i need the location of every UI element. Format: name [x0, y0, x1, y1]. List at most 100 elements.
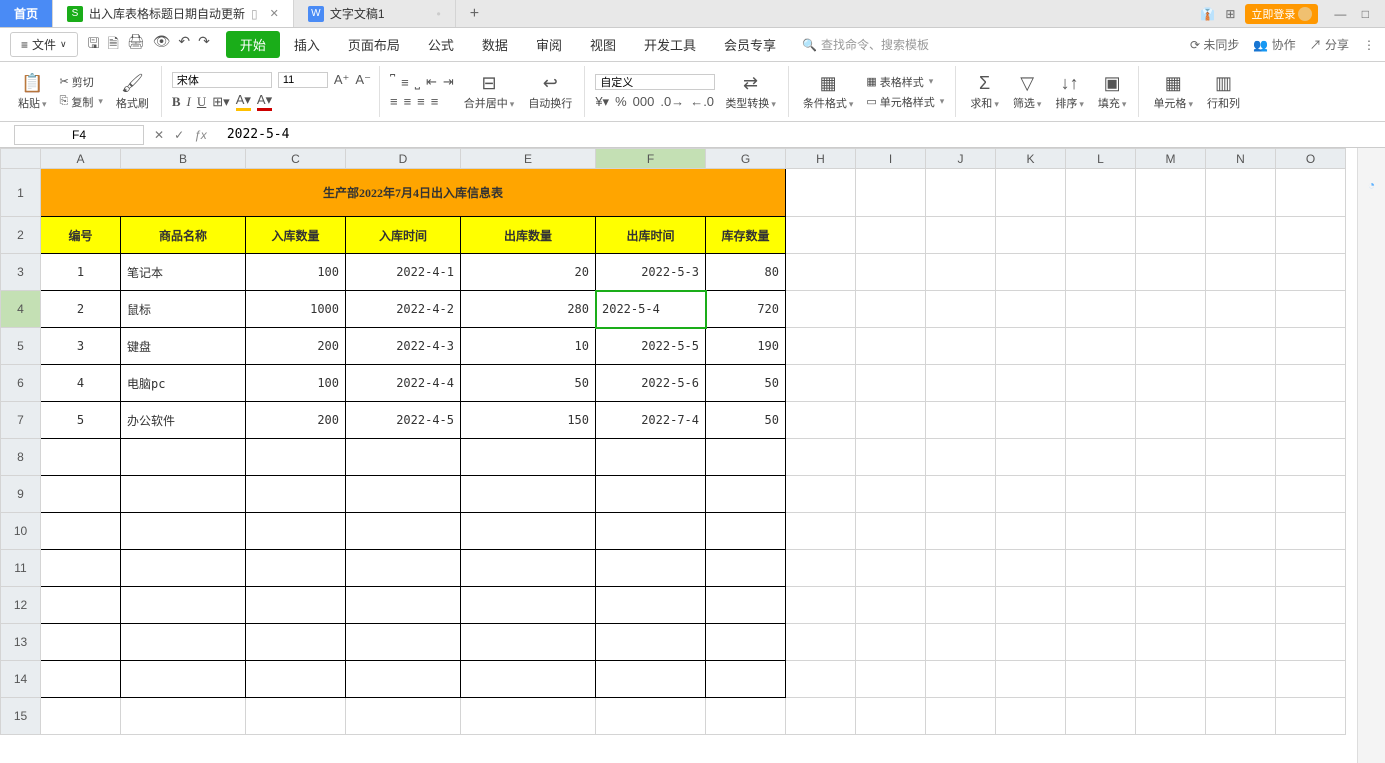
menu-公式[interactable]: 公式 — [414, 31, 468, 58]
share-button[interactable]: ↗ 分享 — [1310, 36, 1349, 53]
cell[interactable] — [1276, 328, 1346, 365]
cell[interactable] — [856, 661, 926, 698]
skin-icon[interactable]: 👔 — [1200, 7, 1215, 21]
accept-formula-icon[interactable]: ✓ — [174, 128, 184, 142]
cell[interactable] — [996, 661, 1066, 698]
table-style-button[interactable]: ▦ 表格样式 — [863, 73, 947, 91]
cell[interactable] — [461, 550, 596, 587]
cell[interactable] — [856, 328, 926, 365]
cell[interactable] — [1066, 661, 1136, 698]
cell[interactable] — [41, 513, 121, 550]
cell[interactable] — [926, 476, 996, 513]
row-header-5[interactable]: 5 — [1, 328, 41, 365]
data-cell[interactable]: 2022-5-3 — [596, 254, 706, 291]
row-header-1[interactable]: 1 — [1, 169, 41, 217]
cell[interactable] — [1206, 550, 1276, 587]
cell[interactable] — [41, 550, 121, 587]
cell[interactable] — [1136, 254, 1206, 291]
percent-icon[interactable]: % — [615, 94, 627, 109]
cell[interactable] — [1206, 169, 1276, 217]
data-cell[interactable]: 2022-5-4 — [596, 291, 706, 328]
cell[interactable] — [1136, 624, 1206, 661]
menu-审阅[interactable]: 审阅 — [522, 31, 576, 58]
cell[interactable] — [1276, 513, 1346, 550]
col-header-F[interactable]: F — [596, 149, 706, 169]
cell[interactable] — [246, 550, 346, 587]
cell[interactable] — [461, 661, 596, 698]
cell[interactable] — [856, 476, 926, 513]
cancel-formula-icon[interactable]: ✕ — [154, 128, 164, 142]
side-tool-icon[interactable]: ◔ — [1368, 178, 1375, 192]
cell[interactable] — [856, 254, 926, 291]
cell[interactable] — [926, 328, 996, 365]
col-header-B[interactable]: B — [121, 149, 246, 169]
align-left-icon[interactable]: ≡ — [390, 94, 398, 109]
cell[interactable] — [926, 217, 996, 254]
row-header-4[interactable]: 4 — [1, 291, 41, 328]
wrap-text-button[interactable]: ↩自动换行 — [524, 71, 576, 113]
indent-decrease-icon[interactable]: ⇤ — [426, 74, 437, 90]
cell[interactable] — [121, 550, 246, 587]
cell[interactable] — [1066, 402, 1136, 439]
cell[interactable] — [1206, 698, 1276, 735]
col-header-C[interactable]: C — [246, 149, 346, 169]
increase-font-icon[interactable]: A⁺ — [334, 72, 350, 88]
cell[interactable] — [786, 291, 856, 328]
cell[interactable] — [856, 365, 926, 402]
data-cell[interactable]: 200 — [246, 328, 346, 365]
add-tab-button[interactable]: + — [456, 5, 493, 23]
cell[interactable] — [1066, 550, 1136, 587]
cell[interactable] — [346, 513, 461, 550]
data-cell[interactable]: 电脑pc — [121, 365, 246, 402]
cell[interactable] — [1066, 587, 1136, 624]
cell[interactable] — [1276, 365, 1346, 402]
formula-input[interactable] — [217, 125, 1371, 144]
data-cell[interactable]: 50 — [706, 402, 786, 439]
more-icon[interactable]: ⋮ — [1363, 38, 1375, 52]
sheet-title-cell[interactable]: 生产部2022年7月4日出入库信息表 — [41, 169, 786, 217]
merge-center-button[interactable]: ⊟合并居中 — [460, 71, 519, 113]
cell[interactable] — [1136, 550, 1206, 587]
header-cell[interactable]: 库存数量 — [706, 217, 786, 254]
cell[interactable] — [1206, 624, 1276, 661]
cell[interactable] — [926, 291, 996, 328]
tab-workbook[interactable]: S 出入库表格标题日期自动更新 ▯ ✕ — [53, 0, 294, 27]
cell[interactable] — [121, 661, 246, 698]
row-header-6[interactable]: 6 — [1, 365, 41, 402]
cell[interactable] — [1066, 217, 1136, 254]
cell[interactable] — [246, 698, 346, 735]
data-cell[interactable]: 200 — [246, 402, 346, 439]
data-cell[interactable]: 100 — [246, 365, 346, 402]
data-cell[interactable]: 720 — [706, 291, 786, 328]
cell[interactable] — [996, 698, 1066, 735]
bold-button[interactable]: B — [172, 94, 181, 110]
col-header-K[interactable]: K — [996, 149, 1066, 169]
cell[interactable] — [121, 513, 246, 550]
data-cell[interactable]: 3 — [41, 328, 121, 365]
cell[interactable] — [1276, 291, 1346, 328]
cell[interactable] — [856, 550, 926, 587]
cell[interactable] — [786, 254, 856, 291]
row-header-2[interactable]: 2 — [1, 217, 41, 254]
cell[interactable] — [996, 217, 1066, 254]
cell[interactable] — [1136, 365, 1206, 402]
cell[interactable] — [346, 439, 461, 476]
rowcol-button[interactable]: ▥行和列 — [1203, 71, 1244, 113]
cell[interactable] — [41, 439, 121, 476]
cell[interactable] — [1136, 439, 1206, 476]
cell[interactable] — [926, 439, 996, 476]
col-header-G[interactable]: G — [706, 149, 786, 169]
cell[interactable] — [41, 698, 121, 735]
inc-decimal-icon[interactable]: .0→ — [660, 94, 684, 109]
header-cell[interactable]: 商品名称 — [121, 217, 246, 254]
collab-button[interactable]: 👥 协作 — [1253, 36, 1295, 53]
data-cell[interactable]: 100 — [246, 254, 346, 291]
cell[interactable] — [596, 698, 706, 735]
close-icon[interactable]: ✕ — [270, 7, 279, 20]
cell[interactable] — [996, 550, 1066, 587]
cell[interactable] — [706, 587, 786, 624]
cell[interactable] — [1136, 698, 1206, 735]
cell[interactable] — [1276, 439, 1346, 476]
file-menu[interactable]: ≡ 文件 ∨ — [10, 32, 78, 57]
currency-icon[interactable]: ¥▾ — [595, 94, 609, 110]
